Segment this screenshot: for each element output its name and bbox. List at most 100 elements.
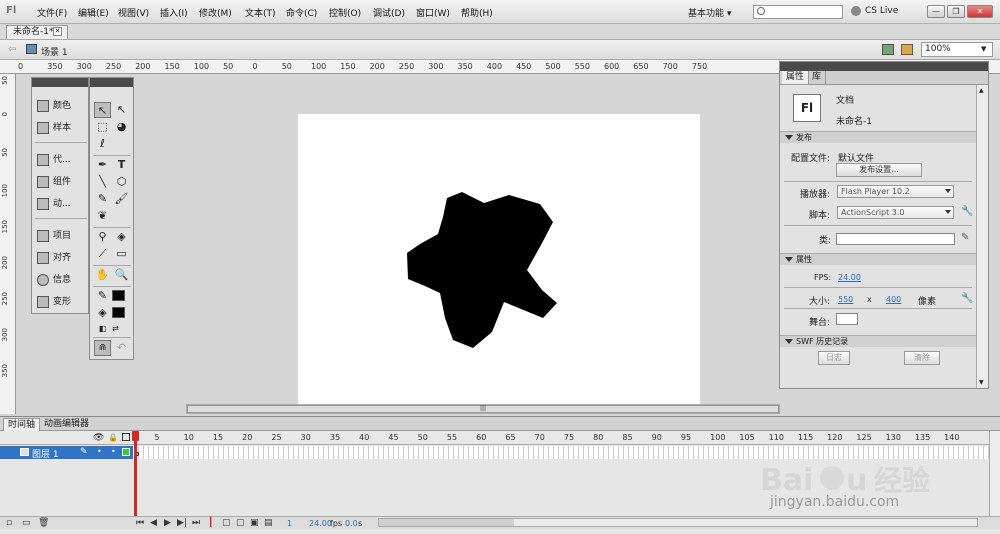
panel-components[interactable]: 组件 <box>37 174 71 190</box>
lasso-tool-icon[interactable]: ℓ <box>94 136 111 152</box>
scroll-up-icon[interactable]: ▲ <box>979 87 984 94</box>
menu-window[interactable]: 窗口(W) <box>416 6 450 19</box>
step-back-icon[interactable]: ◀ <box>150 518 157 528</box>
tab-timeline[interactable]: 时间轴 <box>3 418 41 431</box>
timeline-vertical-scrollbar[interactable] <box>989 431 1000 516</box>
go-first-frame-icon[interactable]: ⏮ <box>136 518 144 528</box>
workspace-select[interactable]: 基本功能 ▾ <box>688 6 731 19</box>
polystar-tool-icon[interactable]: ⬡ <box>113 174 130 190</box>
frame-ruler[interactable]: 1510152025303540455055606570758085909510… <box>0 431 1000 445</box>
star-shape[interactable] <box>405 190 560 348</box>
3d-rotation-tool-icon[interactable]: ◕ <box>113 119 130 135</box>
layer-name[interactable]: 图层 1 <box>32 447 59 460</box>
panel-info[interactable]: 信息 <box>37 272 71 288</box>
menu-commands[interactable]: 命令(C) <box>286 6 317 19</box>
fill-color-swatch[interactable] <box>112 307 125 318</box>
panel-motion-presets[interactable]: 动... <box>37 196 71 212</box>
height-value[interactable]: 400 <box>886 295 901 304</box>
log-button[interactable]: 日志 <box>818 351 850 365</box>
menu-modify[interactable]: 修改(M) <box>199 6 232 19</box>
modify-onion-markers-icon[interactable]: ▤ <box>264 518 273 528</box>
panel-code-snippets[interactable]: 代... <box>37 152 71 168</box>
center-frame-icon[interactable]: ┃ <box>208 518 213 528</box>
cs-live-button[interactable]: CS Live <box>865 6 898 16</box>
tab-properties[interactable]: 属性 <box>782 71 810 84</box>
menu-file[interactable]: 文件(F) <box>37 6 67 19</box>
stroke-color-swatch[interactable] <box>112 290 125 301</box>
outline-color-icon[interactable] <box>122 448 130 456</box>
onion-outline-icon[interactable]: ▢ <box>236 518 245 528</box>
panel-color[interactable]: 颜色 <box>37 98 71 114</box>
back-arrow-icon[interactable]: ⇦ <box>8 44 16 55</box>
stage-horizontal-scrollbar[interactable]: ||| <box>186 404 780 414</box>
brush-tool-icon[interactable]: 🖌 <box>113 191 130 207</box>
minimize-button[interactable]: — <box>927 5 945 18</box>
width-value[interactable]: 550 <box>838 295 853 304</box>
panel-header[interactable] <box>32 78 88 87</box>
panel-header[interactable] <box>90 78 133 87</box>
menu-insert[interactable]: 插入(I) <box>160 6 188 19</box>
new-folder-icon[interactable]: ▭ <box>22 518 31 528</box>
tab-motion-editor[interactable]: 动画编辑器 <box>40 418 93 431</box>
onion-skin-icon[interactable]: ▢ <box>222 518 231 528</box>
smooth-icon[interactable]: ↶ <box>113 340 130 356</box>
panel-align[interactable]: 对齐 <box>37 250 71 266</box>
stage-color-swatch[interactable] <box>836 313 858 325</box>
step-forward-icon[interactable]: ▶| <box>177 518 187 528</box>
panel-transform[interactable]: 变形 <box>37 294 71 310</box>
script-select[interactable]: ActionScript 3.0 <box>837 206 954 219</box>
section-swf-history[interactable]: SWF 历史记录 <box>780 335 976 347</box>
restore-button[interactable]: ❐ <box>947 5 965 18</box>
scroll-down-icon[interactable]: ▼ <box>979 379 984 386</box>
subselection-tool-icon[interactable]: ↖ <box>113 102 130 118</box>
menu-view[interactable]: 视图(V) <box>118 6 149 19</box>
hand-tool-icon[interactable]: ✋ <box>94 267 111 283</box>
tab-library[interactable]: 库 <box>808 71 827 84</box>
class-input[interactable] <box>836 233 955 245</box>
menu-help[interactable]: 帮助(H) <box>461 6 493 19</box>
selection-tool-icon[interactable]: ↖ <box>94 102 111 118</box>
edit-multiple-frames-icon[interactable]: ▣ <box>250 518 259 528</box>
deco-tool-icon[interactable]: ❦ <box>94 208 111 224</box>
layer-name-cell[interactable]: 图层 1 ✎ • • <box>0 446 133 460</box>
new-layer-icon[interactable]: ▫ <box>6 518 12 528</box>
publish-settings-button[interactable]: 发布设置... <box>836 163 922 177</box>
free-transform-tool-icon[interactable]: ⬚ <box>94 119 111 135</box>
swap-colors-icon[interactable]: ⇄ <box>107 321 124 337</box>
fps-value[interactable]: 24.00 <box>838 273 861 282</box>
search-input[interactable] <box>753 5 843 19</box>
menu-control[interactable]: 控制(O) <box>329 6 361 19</box>
close-tab-icon[interactable]: ✕ <box>53 27 62 36</box>
section-publish[interactable]: 发布 <box>780 131 976 143</box>
edit-scene-icon[interactable] <box>882 44 894 55</box>
go-last-frame-icon[interactable]: ⏭ <box>192 518 200 528</box>
bone-tool-icon[interactable]: ⚲ <box>94 229 111 245</box>
pen-tool-icon[interactable]: ✒ <box>94 157 111 173</box>
eyedropper-tool-icon[interactable]: ⟋ <box>94 246 111 262</box>
paint-bucket-tool-icon[interactable]: ◈ <box>113 229 130 245</box>
line-tool-icon[interactable]: ╲ <box>94 174 111 190</box>
play-icon[interactable]: ▶ <box>164 518 171 528</box>
close-button[interactable]: ✕ <box>967 5 993 18</box>
delete-layer-icon[interactable]: 🗑 <box>38 518 49 528</box>
clear-button[interactable]: 清除 <box>904 351 940 365</box>
scrollbar-thumb[interactable] <box>379 519 514 526</box>
panel-header[interactable] <box>780 62 988 71</box>
edit-symbol-icon[interactable] <box>901 44 913 55</box>
chevron-down-icon[interactable]: ▼ <box>981 45 986 53</box>
menu-edit[interactable]: 编辑(E) <box>78 6 109 19</box>
lock-dot-icon[interactable]: • <box>111 447 116 456</box>
timeline-horizontal-scrollbar[interactable] <box>378 518 978 527</box>
eraser-tool-icon[interactable]: ▭ <box>113 246 130 262</box>
scrollbar-thumb[interactable]: ||| <box>187 405 779 413</box>
text-tool-icon[interactable]: T <box>113 157 130 173</box>
pencil-icon[interactable]: ✎ <box>961 232 969 243</box>
fill-color-icon[interactable]: ◈ <box>94 305 111 321</box>
pencil-tool-icon[interactable]: ✎ <box>94 191 111 207</box>
player-select[interactable]: Flash Player 10.2 <box>837 185 954 198</box>
visible-dot-icon[interactable]: • <box>97 447 102 456</box>
wrench-icon[interactable]: 🔧 <box>961 293 973 304</box>
menu-debug[interactable]: 调试(D) <box>373 6 405 19</box>
wrench-icon[interactable]: 🔧 <box>961 206 973 217</box>
section-attributes[interactable]: 属性 <box>780 253 976 265</box>
